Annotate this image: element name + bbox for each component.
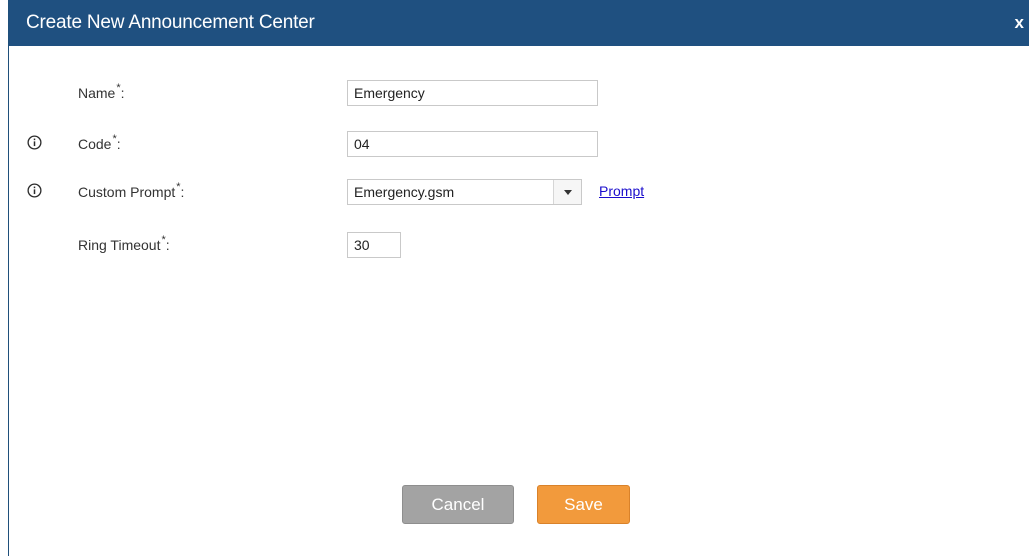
custom-prompt-row: Custom Prompt*: Emergency.gsm Prompt	[9, 179, 1029, 205]
info-icon[interactable]	[27, 183, 42, 198]
name-label: Name*:	[78, 82, 125, 101]
close-icon[interactable]: x	[1015, 12, 1024, 34]
required-marker: *	[161, 234, 166, 246]
required-marker: *	[112, 133, 117, 145]
custom-prompt-label: Custom Prompt*:	[78, 181, 185, 200]
ring-timeout-field[interactable]	[347, 232, 401, 258]
name-row: Name*:	[9, 80, 1029, 106]
code-row: Code*:	[9, 131, 1029, 157]
custom-prompt-select[interactable]: Emergency.gsm	[347, 179, 582, 205]
announcement-center-dialog: Create New Announcement Center x Name*: …	[8, 0, 1029, 556]
prompt-link[interactable]: Prompt	[599, 182, 644, 200]
required-marker: *	[116, 82, 121, 94]
required-marker: *	[176, 181, 181, 193]
save-button[interactable]: Save	[537, 485, 630, 524]
dropdown-button[interactable]	[553, 180, 581, 204]
cancel-button[interactable]: Cancel	[402, 485, 514, 524]
ring-timeout-row: Ring Timeout*:	[9, 232, 1029, 258]
ring-timeout-label: Ring Timeout*:	[78, 234, 170, 253]
name-field[interactable]	[347, 80, 598, 106]
chevron-down-icon	[564, 190, 572, 195]
code-label: Code*:	[78, 133, 121, 152]
dialog-titlebar: Create New Announcement Center x	[9, 0, 1029, 46]
dialog-title: Create New Announcement Center	[26, 12, 315, 33]
code-field[interactable]	[347, 131, 598, 157]
info-icon[interactable]	[27, 135, 42, 150]
custom-prompt-selected-value: Emergency.gsm	[354, 184, 455, 200]
